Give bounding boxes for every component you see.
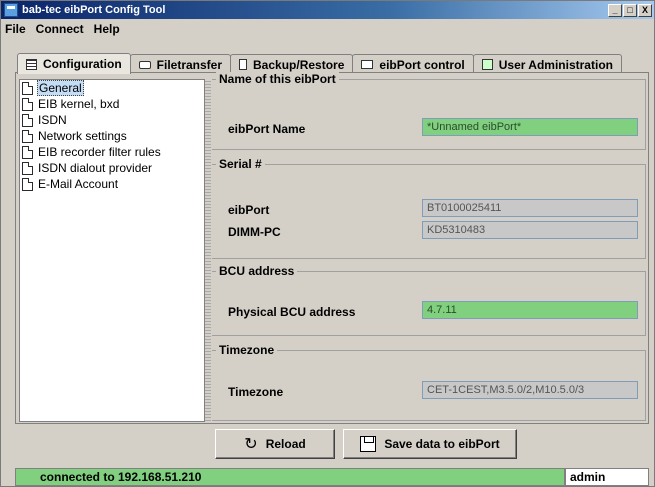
document-icon bbox=[22, 81, 33, 95]
tree-item-isdn-dialout[interactable]: ISDN dialout provider bbox=[20, 160, 204, 176]
maximize-button[interactable]: □ bbox=[623, 3, 637, 17]
reload-icon: ↻ bbox=[244, 436, 258, 453]
field-label: Physical BCU address bbox=[228, 305, 356, 319]
button-bar: ↻ Reload Save data to eibPort bbox=[15, 425, 649, 463]
split-pane-divider[interactable] bbox=[205, 79, 211, 422]
status-bar: connected to 192.168.51.210 admin bbox=[15, 468, 649, 486]
filetransfer-icon bbox=[138, 60, 151, 69]
tree-item-label: EIB kernel, bxd bbox=[38, 97, 120, 111]
field-row: eibPort Name *Unnamed eibPort* bbox=[212, 118, 646, 140]
field-label: DIMM-PC bbox=[228, 225, 281, 239]
connection-status: connected to 192.168.51.210 bbox=[15, 468, 565, 486]
bcu-address-input[interactable]: 4.7.11 bbox=[422, 301, 638, 319]
tree-item-label: EIB recorder filter rules bbox=[38, 145, 161, 159]
tree-item-general[interactable]: General bbox=[20, 80, 204, 96]
tree-item-label: ISDN dialout provider bbox=[38, 161, 153, 175]
save-label: Save data to eibPort bbox=[384, 437, 500, 451]
backup-icon bbox=[239, 59, 248, 70]
document-icon bbox=[22, 177, 33, 191]
document-icon bbox=[22, 145, 33, 159]
reload-button[interactable]: ↻ Reload bbox=[215, 429, 335, 459]
tree-item-eib-kernel[interactable]: EIB kernel, bxd bbox=[20, 96, 204, 112]
field-label: eibPort bbox=[228, 203, 270, 217]
tree-item-network[interactable]: Network settings bbox=[20, 128, 204, 144]
group-title: Name of this eibPort bbox=[216, 72, 339, 86]
window-title: bab-tec eibPort Config Tool bbox=[22, 4, 166, 16]
tab-user-administration[interactable]: User Administration bbox=[472, 54, 622, 74]
group-serial: Serial # eibPort BT0100025411 DIMM-PC KD… bbox=[212, 157, 646, 259]
reload-label: Reload bbox=[265, 437, 306, 451]
dimm-pc-serial-field: KD5310483 bbox=[422, 221, 638, 239]
tab-strip: Configuration Filetransfer Backup/Restor… bbox=[1, 38, 654, 74]
document-icon bbox=[22, 161, 33, 175]
document-icon bbox=[22, 129, 33, 143]
tab-configuration[interactable]: Configuration bbox=[17, 53, 131, 74]
tree-item-email[interactable]: E-Mail Account bbox=[20, 176, 204, 192]
document-icon bbox=[22, 97, 33, 111]
field-row: Physical BCU address 4.7.11 bbox=[212, 301, 646, 323]
field-label: eibPort Name bbox=[228, 122, 306, 136]
menu-bar: File Connect Help bbox=[1, 20, 654, 38]
tree-item-label: ISDN bbox=[38, 113, 67, 127]
group-bcu-address: BCU address Physical BCU address 4.7.11 bbox=[212, 264, 646, 336]
menu-help[interactable]: Help bbox=[94, 22, 120, 36]
tree-item-label: General bbox=[37, 80, 84, 96]
eibport-serial-field: BT0100025411 bbox=[422, 199, 638, 217]
document-icon bbox=[22, 113, 33, 127]
menu-connect[interactable]: Connect bbox=[36, 22, 84, 36]
current-user: admin bbox=[565, 468, 649, 486]
tab-label: eibPort control bbox=[379, 57, 465, 72]
tree-item-label: E-Mail Account bbox=[38, 177, 119, 191]
group-title: Serial # bbox=[216, 157, 265, 171]
timezone-field: CET-1CEST,M3.5.0/2,M10.5.0/3 bbox=[422, 381, 638, 399]
tab-label: Backup/Restore bbox=[253, 57, 345, 72]
tree-item-isdn[interactable]: ISDN bbox=[20, 112, 204, 128]
tab-label: User Administration bbox=[498, 57, 613, 72]
group-title: Timezone bbox=[216, 343, 278, 357]
user-icon bbox=[481, 59, 493, 70]
app-window: bab-tec eibPort Config Tool _ □ X File C… bbox=[0, 0, 655, 487]
field-row: Timezone CET-1CEST,M3.5.0/2,M10.5.0/3 bbox=[212, 381, 646, 403]
floppy-disk-icon bbox=[360, 436, 377, 452]
settings-panel: Name of this eibPort eibPort Name *Unnam… bbox=[212, 72, 646, 422]
field-label: Timezone bbox=[228, 385, 284, 399]
tab-filetransfer[interactable]: Filetransfer bbox=[129, 54, 232, 74]
tree-item-label: Network settings bbox=[38, 129, 127, 143]
tab-eibport-control[interactable]: eibPort control bbox=[352, 54, 474, 74]
group-title: BCU address bbox=[216, 264, 298, 278]
tree-item-eib-recorder[interactable]: EIB recorder filter rules bbox=[20, 144, 204, 160]
title-bar: bab-tec eibPort Config Tool _ □ X bbox=[1, 1, 654, 19]
tab-label: Filetransfer bbox=[156, 57, 223, 72]
save-button[interactable]: Save data to eibPort bbox=[343, 429, 517, 459]
menu-file[interactable]: File bbox=[5, 22, 26, 36]
monitor-icon bbox=[361, 60, 374, 69]
tab-backup-restore[interactable]: Backup/Restore bbox=[230, 54, 354, 74]
close-button[interactable]: X bbox=[638, 3, 652, 17]
field-row: DIMM-PC KD5310483 bbox=[212, 221, 646, 243]
configuration-icon bbox=[26, 58, 37, 70]
group-eibport-name: Name of this eibPort eibPort Name *Unnam… bbox=[212, 72, 646, 150]
app-icon bbox=[4, 3, 18, 17]
tab-label: Configuration bbox=[43, 57, 122, 71]
group-timezone: Timezone Timezone CET-1CEST,M3.5.0/2,M10… bbox=[212, 343, 646, 421]
minimize-button[interactable]: _ bbox=[608, 3, 622, 17]
eibport-name-input[interactable]: *Unnamed eibPort* bbox=[422, 118, 638, 136]
settings-tree: General EIB kernel, bxd ISDN Network set… bbox=[19, 79, 205, 422]
field-row: eibPort BT0100025411 bbox=[212, 199, 646, 221]
